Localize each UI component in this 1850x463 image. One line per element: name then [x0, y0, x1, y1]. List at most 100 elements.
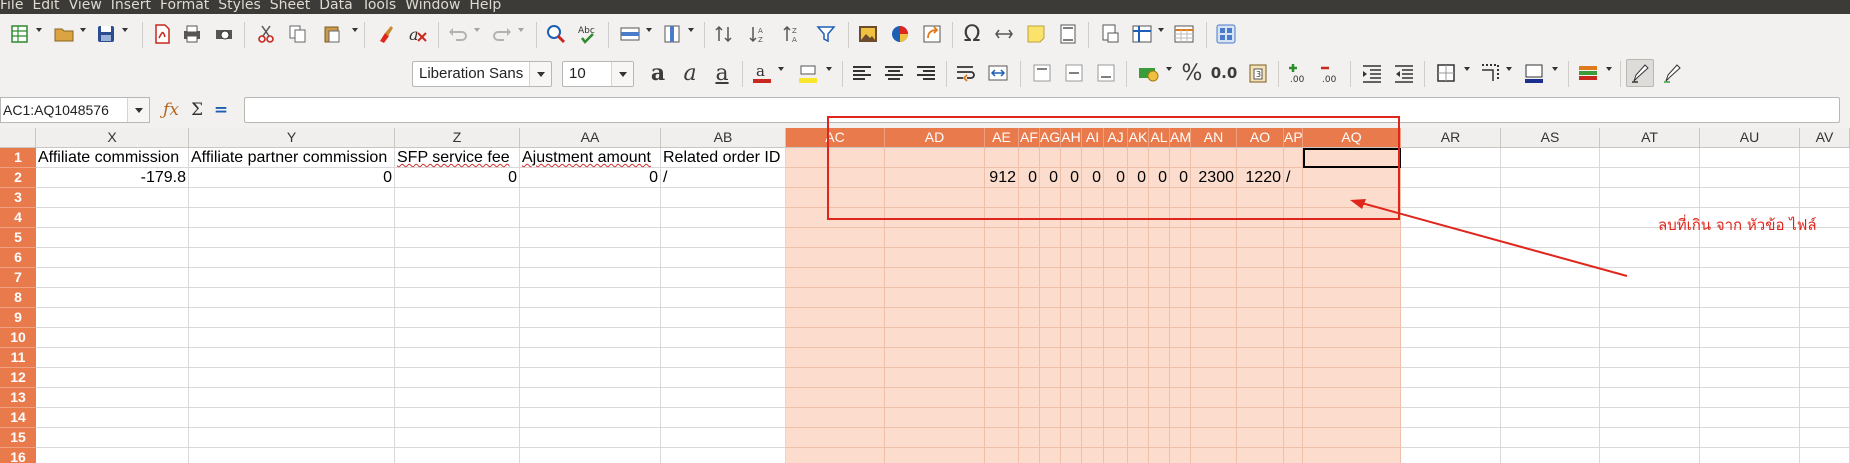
increase-indent-icon[interactable]: [1360, 61, 1384, 85]
row-header-9[interactable]: 9: [0, 308, 36, 328]
bold-icon[interactable]: a: [646, 60, 670, 86]
row-header-14[interactable]: 14: [0, 408, 36, 428]
row-header-5[interactable]: 5: [0, 228, 36, 248]
align-center-icon[interactable]: [882, 61, 906, 85]
sort-ascending-icon[interactable]: AZ: [746, 22, 770, 46]
underline-icon[interactable]: a: [710, 61, 734, 86]
insert-image-icon[interactable]: [856, 22, 880, 46]
print-icon[interactable]: [180, 22, 204, 46]
freeze-dropdown-icon[interactable]: [1158, 28, 1164, 32]
freeze-rows-columns-icon[interactable]: [1130, 22, 1154, 46]
column-header-z[interactable]: Z: [395, 128, 520, 148]
row-header-1[interactable]: 1: [0, 148, 36, 168]
number-format-icon[interactable]: 0.0: [1211, 61, 1238, 85]
align-right-icon[interactable]: [914, 61, 938, 85]
menu-file[interactable]: File: [0, 0, 23, 12]
font-size-dropdown-icon[interactable]: [611, 62, 633, 86]
clone-formatting-icon[interactable]: [374, 22, 398, 46]
font-name-box[interactable]: Liberation Sans: [412, 61, 552, 87]
sum-icon[interactable]: Σ: [186, 99, 208, 121]
delete-decimal-place-icon[interactable]: .00: [1318, 61, 1342, 85]
cell-x2[interactable]: -179.8: [36, 168, 186, 188]
pivot-table-icon[interactable]: [920, 22, 944, 46]
row-header-13[interactable]: 13: [0, 388, 36, 408]
font-name-dropdown-icon[interactable]: [529, 62, 551, 86]
paste-dropdown-icon[interactable]: [352, 28, 358, 32]
align-left-icon[interactable]: [850, 61, 874, 85]
column-header-aa[interactable]: AA: [520, 128, 661, 148]
row-header-10[interactable]: 10: [0, 328, 36, 348]
show-changes-icon[interactable]: [1660, 61, 1684, 85]
cell-aa2[interactable]: 0: [520, 168, 658, 188]
paste-icon[interactable]: [320, 22, 344, 46]
special-character-icon[interactable]: Ω: [960, 22, 984, 47]
row-dropdown-icon[interactable]: [646, 28, 652, 32]
insert-chart-icon[interactable]: [888, 22, 912, 46]
menu-data[interactable]: Data: [319, 0, 352, 12]
autofilter-icon[interactable]: [814, 22, 838, 46]
cut-icon[interactable]: [254, 22, 278, 46]
column-icon[interactable]: [660, 22, 684, 46]
column-header-au[interactable]: AU: [1700, 128, 1800, 148]
formula-equals-icon[interactable]: =: [210, 99, 232, 121]
row-header-6[interactable]: 6: [0, 248, 36, 268]
row-header-7[interactable]: 7: [0, 268, 36, 288]
currency-dropdown-icon[interactable]: [1166, 67, 1172, 71]
new-spreadsheet-icon[interactable]: [8, 22, 32, 46]
column-header-as[interactable]: AS: [1501, 128, 1600, 148]
italic-icon[interactable]: a: [678, 61, 702, 86]
font-size-box[interactable]: 10: [562, 61, 634, 87]
column-header-y[interactable]: Y: [189, 128, 395, 148]
open-folder-icon[interactable]: [52, 22, 76, 46]
export-pdf-icon[interactable]: [150, 22, 174, 46]
align-bottom-icon[interactable]: [1094, 61, 1118, 85]
clear-formatting-icon[interactable]: a: [406, 22, 430, 46]
new-dropdown-icon[interactable]: [36, 28, 42, 32]
row-icon[interactable]: [618, 22, 642, 46]
find-replace-icon[interactable]: [544, 22, 568, 46]
add-decimal-place-icon[interactable]: .00: [1286, 61, 1310, 85]
conditional-format-icon[interactable]: [1576, 61, 1600, 85]
name-box-dropdown-icon[interactable]: [127, 98, 149, 122]
highlight-color-icon[interactable]: [796, 61, 820, 85]
sort-descending-icon[interactable]: ZA: [780, 22, 804, 46]
copy-icon[interactable]: [286, 22, 310, 46]
row-header-15[interactable]: 15: [0, 428, 36, 448]
open-dropdown-icon[interactable]: [80, 28, 86, 32]
merge-center-icon[interactable]: [986, 61, 1010, 85]
cell-ab2[interactable]: /: [663, 168, 788, 188]
currency-format-icon[interactable]: [1136, 61, 1160, 85]
split-window-icon[interactable]: [1172, 22, 1196, 46]
border-style-icon[interactable]: [1478, 61, 1502, 85]
menu-edit[interactable]: Edit: [32, 0, 59, 12]
row-header-16[interactable]: 16: [0, 448, 36, 463]
function-wizard-icon[interactable]: ƒx: [160, 99, 182, 121]
font-color-dropdown-icon[interactable]: [778, 67, 784, 71]
wrap-text-icon[interactable]: [954, 61, 978, 85]
row-header-12[interactable]: 12: [0, 368, 36, 388]
conditional-dropdown-icon[interactable]: [1606, 67, 1612, 71]
column-header-av[interactable]: AV: [1800, 128, 1850, 148]
hyperlink-icon[interactable]: [992, 22, 1016, 46]
headers-footers-icon[interactable]: [1056, 22, 1080, 46]
spelling-icon[interactable]: Abc: [576, 22, 600, 46]
column-header-ab[interactable]: AB: [661, 128, 786, 148]
decrease-indent-icon[interactable]: [1392, 61, 1416, 85]
row-header-2[interactable]: 2: [0, 168, 36, 188]
menu-sheet[interactable]: Sheet: [270, 0, 310, 12]
save-dropdown-icon[interactable]: [122, 28, 128, 32]
column-header-at[interactable]: AT: [1600, 128, 1700, 148]
row-header-4[interactable]: 4: [0, 208, 36, 228]
define-print-area-icon[interactable]: [1098, 22, 1122, 46]
menu-view[interactable]: View: [69, 0, 102, 12]
row-header-3[interactable]: 3: [0, 188, 36, 208]
select-all-corner[interactable]: [0, 128, 36, 148]
redo-icon[interactable]: [490, 22, 514, 46]
center-vertically-icon[interactable]: [1062, 61, 1086, 85]
font-color-icon[interactable]: a: [750, 61, 774, 85]
borders-dropdown-icon[interactable]: [1464, 67, 1470, 71]
save-icon[interactable]: [94, 22, 118, 46]
undo-icon[interactable]: [446, 22, 470, 46]
menu-format[interactable]: Format: [160, 0, 209, 12]
column-dropdown-icon[interactable]: [688, 28, 694, 32]
